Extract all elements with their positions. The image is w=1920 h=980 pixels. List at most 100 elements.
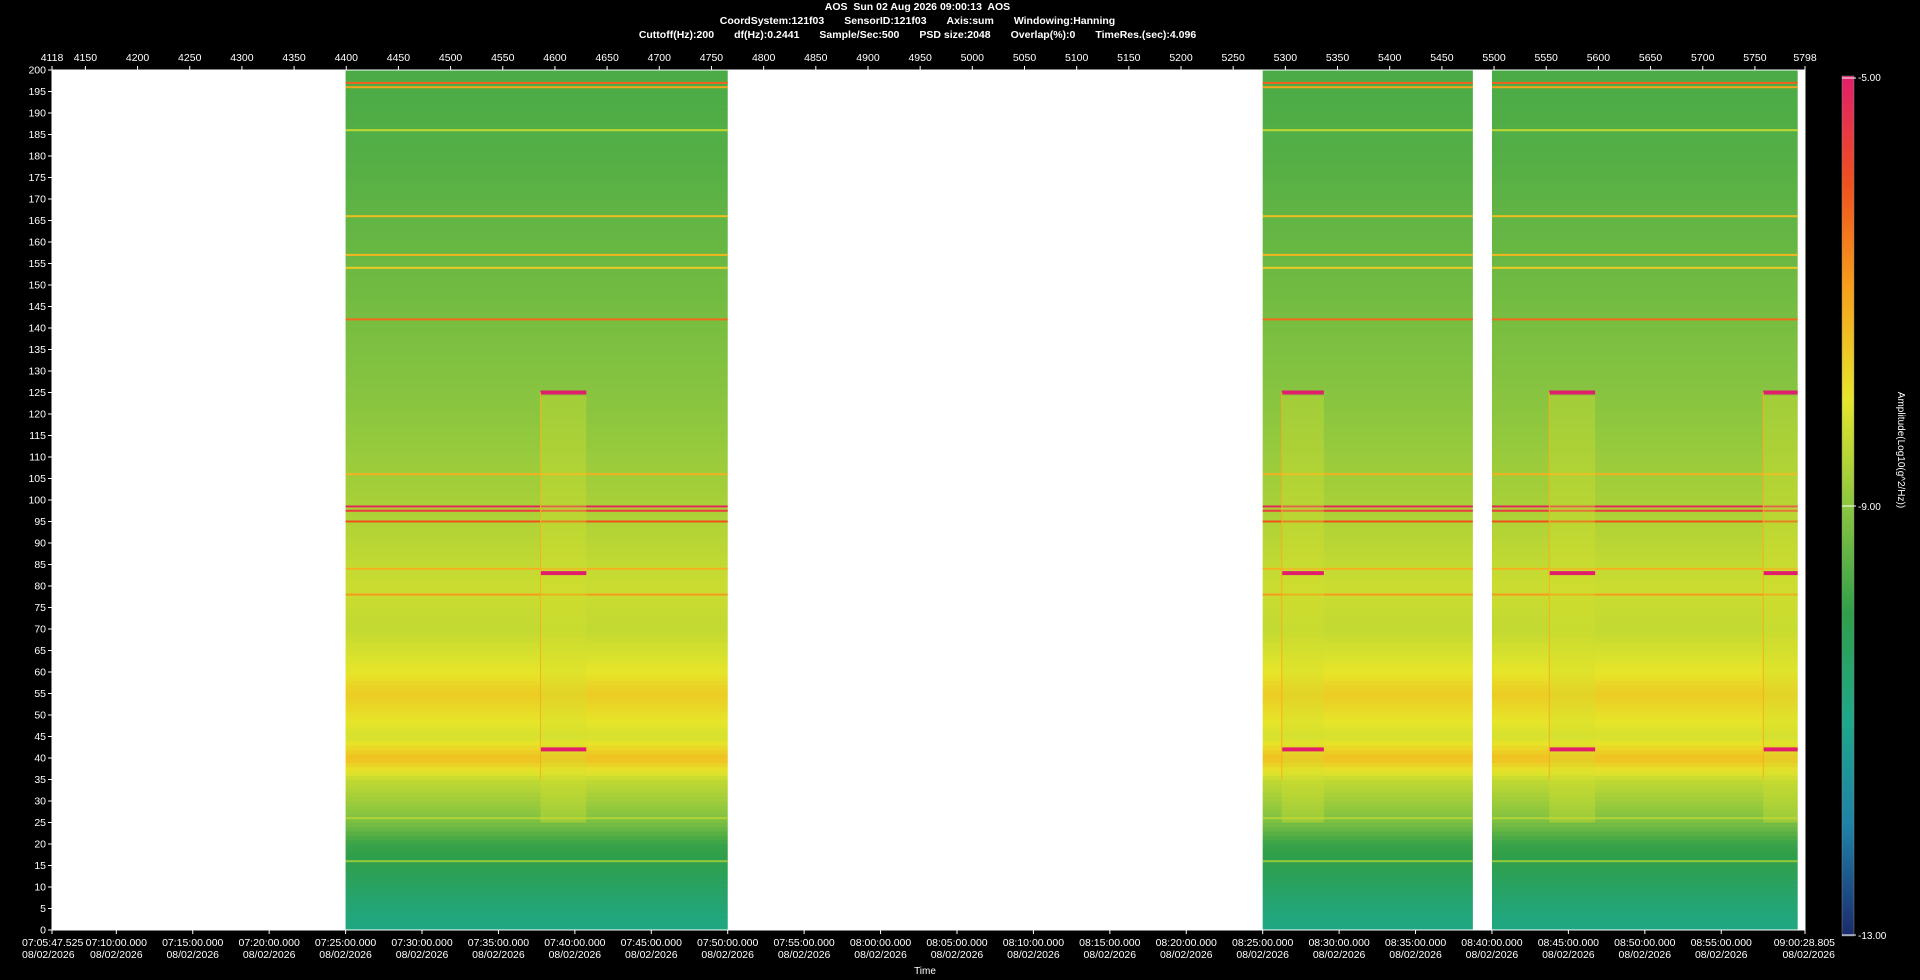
spectrum-band <box>345 151 728 157</box>
spectrum-band <box>1262 345 1473 350</box>
spectrum-band <box>1491 869 1798 875</box>
spectrum-band <box>345 895 728 901</box>
spectrum-band <box>345 629 728 634</box>
spectrum-band <box>1491 242 1798 247</box>
spectrum-band <box>1491 839 1798 845</box>
spectrum-band <box>1491 680 1798 686</box>
date-tick-label: 08/02/2026 <box>319 949 372 961</box>
spectrum-band <box>345 220 728 226</box>
y-tick-label: 110 <box>29 452 46 464</box>
time-tick-label: 08:20:00.000 <box>1156 937 1217 949</box>
spectrum-band <box>1491 500 1798 505</box>
spectrum-band <box>1491 237 1798 243</box>
spectrum-band <box>345 242 728 247</box>
spectrum-band <box>1491 654 1798 660</box>
spectrogram-segment <box>1262 70 1473 931</box>
spectrum-band <box>345 297 728 303</box>
spectrum-band <box>1262 293 1473 299</box>
harmonic-line <box>1491 505 1798 508</box>
spectrum-band <box>1491 586 1798 591</box>
spectrum-band <box>345 276 728 282</box>
spectrum-band <box>1491 624 1798 630</box>
spectrum-band <box>345 199 728 204</box>
harmonic-line <box>1262 129 1473 132</box>
time-tick-label: 07:30:00.000 <box>391 937 452 949</box>
event-line <box>1549 390 1596 395</box>
spectrum-band <box>1491 758 1798 763</box>
top-tick-label: 4150 <box>74 52 98 64</box>
spectrum-band <box>345 616 728 621</box>
y-tick-label: 195 <box>28 86 46 98</box>
spectrum-band <box>1262 328 1473 333</box>
y-tick-label: 130 <box>28 366 46 378</box>
spectrum-band <box>1262 904 1473 909</box>
spectrum-band <box>1491 788 1798 793</box>
spectrum-band <box>345 95 728 101</box>
spectrum-band <box>1491 667 1798 673</box>
top-tick-label: 4650 <box>595 52 619 64</box>
spectrum-band <box>1491 646 1798 651</box>
spectrum-band <box>345 487 728 492</box>
spectrum-band <box>1491 710 1798 716</box>
event-line <box>1281 571 1324 576</box>
spectrum-band <box>1262 289 1473 295</box>
spectrum-band <box>1262 822 1473 828</box>
spectrum-band <box>1491 796 1798 802</box>
y-tick-label: 150 <box>28 280 46 292</box>
spectrum-band <box>1491 104 1798 110</box>
spectrum-band <box>1262 233 1473 239</box>
spectrum-band <box>345 272 728 277</box>
spectrum-band <box>345 113 728 118</box>
spectrum-band <box>1491 766 1798 772</box>
spectrum-band <box>345 418 728 424</box>
spectrum-band <box>1491 637 1798 643</box>
spectrum-band <box>345 530 728 535</box>
y-tick-label: 45 <box>34 731 46 743</box>
spectrum-band <box>1262 336 1473 342</box>
spectrum-band <box>1491 706 1798 712</box>
spectrum-band <box>1491 426 1798 432</box>
colorbar-mid-label: -9.00 <box>1858 502 1881 513</box>
spectrum-band <box>345 805 728 811</box>
y-tick-label: 70 <box>34 624 46 636</box>
harmonic-line <box>1491 509 1798 512</box>
spectrum-band <box>1262 259 1473 264</box>
spectrum-band <box>1491 573 1798 578</box>
spectrum-band <box>345 603 728 608</box>
spectrum-band <box>1491 349 1798 355</box>
harmonic-line <box>345 318 728 321</box>
spectrum-band <box>1491 143 1798 148</box>
spectrum-band <box>1262 895 1473 901</box>
spectrum-band <box>1491 375 1798 381</box>
spectrum-band <box>1262 375 1473 381</box>
spectrogram-chart[interactable]: 0510152025303540455055606570758085909510… <box>0 0 1920 980</box>
top-tick-label: 5650 <box>1639 52 1663 64</box>
spectrum-band <box>345 500 728 505</box>
harmonic-line <box>1262 318 1473 321</box>
spectrum-band <box>345 203 728 209</box>
spectrum-band <box>1491 629 1798 634</box>
spectrum-band <box>1491 95 1798 101</box>
y-tick-label: 135 <box>28 344 46 356</box>
spectrum-band <box>1491 607 1798 613</box>
harmonic-line <box>1491 593 1798 596</box>
spectrum-band <box>345 229 728 234</box>
spectrum-band <box>1262 362 1473 368</box>
spectrum-band <box>345 362 728 368</box>
time-tick-label: 08:45:00.000 <box>1538 937 1599 949</box>
spectrum-band <box>1262 826 1473 832</box>
spectrum-band <box>1491 358 1798 363</box>
spectrum-band <box>1262 921 1473 927</box>
top-tick-label: 5400 <box>1378 52 1402 64</box>
spectrum-band <box>1491 461 1798 467</box>
spectrum-band <box>345 457 728 462</box>
spectrum-band <box>1262 177 1473 183</box>
spectrum-band <box>1262 349 1473 355</box>
spectrum-band <box>1491 495 1798 501</box>
spectrum-band <box>345 512 728 518</box>
spectrum-band <box>345 878 728 884</box>
spectrum-band <box>1491 285 1798 290</box>
harmonic-line <box>1491 817 1798 820</box>
spectrum-band <box>1262 229 1473 234</box>
spectrum-band <box>1491 538 1798 544</box>
